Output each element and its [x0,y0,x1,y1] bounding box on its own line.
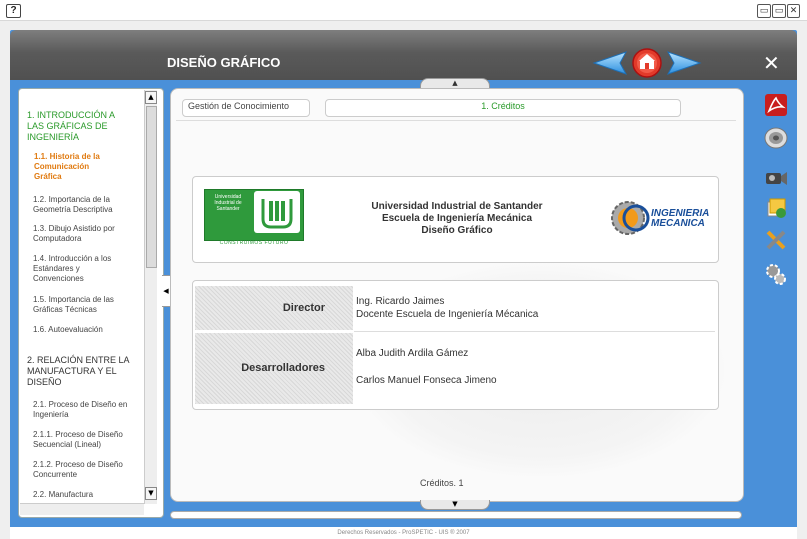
divider [176,120,736,121]
sidebar-item-chapter-1[interactable]: 1. INTRODUCCIÓN A LAS GRÁFICAS DE INGENI… [27,110,115,143]
role-label: Director [282,302,325,314]
scroll-up-button[interactable]: ▲ [145,91,157,104]
role-cell-developers: Desarrolladores [195,333,353,404]
collapse-bottom-tab[interactable]: ▼ [420,500,490,510]
institution-lines: Universidad Industrial de Santander Escu… [330,201,584,237]
role-label: Desarrolladores [241,362,325,374]
uis-logo-text: Universidad Industrial de Santander [214,194,242,212]
window-titlebar [0,0,807,21]
uis-emblem-icon [254,191,300,233]
institution-name: Universidad Industrial de Santander [371,201,543,212]
scroll-down-button[interactable]: ▼ [145,487,157,500]
footer: Derechos Reservados - ProSPETIC - UIS ® … [10,527,797,539]
person-line: Docente Escuela de Ingeniería Mécanica [356,309,539,320]
tools-icon[interactable] [764,228,788,252]
person-line: Ing. Ricardo Jaimes [356,296,445,307]
sidebar-item-1-5[interactable]: 1.5. Importancia de las Gráficas Técnica… [33,295,114,315]
row-divider [354,331,715,332]
sidebar-item-2-1[interactable]: 2.1. Proceso de Diseño en Ingeniería [33,400,127,420]
sidebar-item-2-1-1[interactable]: 2.1.1. Proceso de Diseño Secuencial (Lin… [33,430,123,450]
arrow-left-icon[interactable] [592,50,628,76]
home-icon[interactable] [631,47,663,79]
role-cell-director: Director [195,286,353,330]
collapse-top-tab[interactable]: ▲ [420,78,490,88]
sidebar-item-1-4[interactable]: 1.4. Introducción a los Estándares y Con… [33,254,111,284]
pdf-icon[interactable] [764,93,788,117]
sidebar-item-1-2[interactable]: 1.2. Importancia de la Geometría Descrip… [33,195,113,215]
audio-icon[interactable] [764,126,788,150]
minimize-button[interactable]: ▭ [757,4,771,18]
sidebar-horizontal-scrollbar[interactable] [20,503,144,515]
course-name: Diseño Gráfico [421,225,493,236]
person-line: Carlos Manuel Fonseca Jimeno [356,375,497,386]
video-camera-icon[interactable] [764,165,788,189]
settings-gears-icon[interactable] [764,262,788,286]
uis-slogan: CONSTRUIMOS FUTURO [219,240,289,246]
progress-track [170,511,742,519]
breadcrumb: Gestión de Conocimiento [188,101,290,111]
mechanical-engineering-text: INGENIERIA MECANICA [651,208,710,229]
sidebar-item-1-3[interactable]: 1.3. Dibujo Asistido por Computadora [33,224,115,244]
close-button[interactable]: ✕ [763,51,780,75]
window-close-button[interactable]: ✕ [787,4,800,18]
help-button[interactable]: ? [6,4,21,18]
person-line: Alba Judith Ardila Gámez [356,348,469,359]
sidebar-item-1-6[interactable]: 1.6. Autoevaluación [33,325,103,335]
gallery-icon[interactable] [764,196,788,220]
page-title: DISEÑO GRÁFICO [167,55,281,70]
maximize-button[interactable]: ▭ [772,4,786,18]
page-indicator: Créditos. 1 [420,478,464,488]
scroll-thumb[interactable] [146,106,157,268]
arrow-right-icon[interactable] [666,50,702,76]
sidebar-item-chapter-2[interactable]: 2. RELACIÓN ENTRE LA MANUFACTURA Y EL DI… [27,355,130,388]
sidebar-item-2-2[interactable]: 2.2. Manufactura [33,490,93,500]
sidebar-item-1-1[interactable]: 1.1. Historia de la Comunicación Gráfica [34,152,100,182]
school-name: Escuela de Ingeniería Mecánica [381,213,533,224]
sidebar-item-2-1-2[interactable]: 2.1.2. Proceso de Diseño Concurrente [33,460,123,480]
section-title: 1. Créditos [481,101,525,111]
